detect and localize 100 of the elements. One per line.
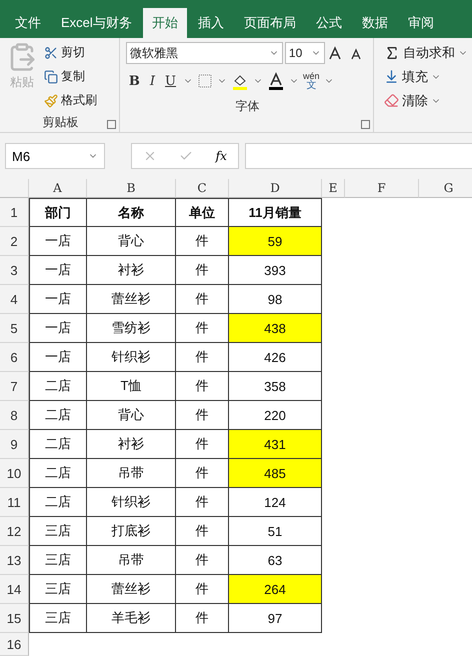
table-cell: 三店 [29,517,87,546]
row-header[interactable]: 11 [0,488,29,517]
table-cell: 三店 [29,546,87,575]
eraser-icon [384,93,399,108]
group-label: 剪贴板 [41,114,80,131]
row-header[interactable]: 9 [0,430,29,459]
underline-button[interactable]: U [162,74,180,88]
table-cell: 背心 [87,227,176,256]
table-cell: 二店 [29,372,87,401]
table-cell: 蕾丝衫 [87,285,176,314]
row-header[interactable]: 12 [0,517,29,546]
launcher-icon[interactable] [106,120,116,129]
column-header[interactable]: A [29,179,87,198]
row-header[interactable]: 14 [0,575,29,604]
table-cell: 件 [176,546,229,575]
copy-button[interactable]: 复制 [44,66,97,87]
table-cell: 63 [229,546,322,575]
name-box[interactable]: M6 [5,143,105,169]
table-cell: 98 [229,285,322,314]
table-cell: 蕾丝衫 [87,575,176,604]
row-header[interactable]: 6 [0,343,29,372]
ribbon-tab[interactable]: Excel与财务 [52,8,141,38]
table-cell: 二店 [29,488,87,517]
table-cell: 393 [229,256,322,285]
table-cell: 吊带 [87,546,176,575]
table-cell: 264 [229,575,322,604]
ribbon-tab[interactable]: 公式 [306,8,351,38]
bold-button[interactable]: B [126,74,143,88]
font-size-field[interactable]: 10 [284,42,325,64]
arrow-down-icon [384,69,399,84]
copy-icon [44,70,58,84]
column-header[interactable]: E [322,179,345,198]
ribbon-tab[interactable]: 插入 [188,8,233,38]
row-header[interactable]: 2 [0,227,29,256]
row-header[interactable]: 1 [0,198,29,227]
table-cell: 51 [229,517,322,546]
table-cell: 438 [229,314,322,343]
fill-button[interactable]: 填充 [384,66,468,87]
column-title: 单位 [176,198,229,227]
table-cell: 二店 [29,430,87,459]
column-header[interactable]: F [345,179,419,198]
ribbon-tab[interactable]: 页面布局 [234,8,305,38]
table-cell: 一店 [29,256,87,285]
column-header[interactable]: G [419,179,472,198]
table-cell: 一店 [29,314,87,343]
ribbon-tab[interactable]: 文件 [6,8,50,38]
table-cell: 件 [176,401,229,430]
table-cell: 件 [176,227,229,256]
font-name-field[interactable]: 微软雅黑 [126,42,283,64]
table-cell: 雪纺衫 [87,314,176,343]
table-cell: 件 [176,285,229,314]
row-header[interactable]: 7 [0,372,29,401]
insert-function-button[interactable]: fx [216,149,227,163]
table-cell: 羊毛衫 [87,604,176,633]
row-header[interactable]: 10 [0,459,29,488]
font-color-icon[interactable] [267,72,286,90]
table-cell: 件 [176,372,229,401]
launcher-icon[interactable] [361,120,370,129]
ribbon-tab[interactable]: 数据 [352,8,397,38]
column-header[interactable]: D [229,179,322,198]
table-cell: 衬衫 [87,430,176,459]
row-header[interactable]: 13 [0,546,29,575]
border-icon[interactable] [197,73,214,89]
table-cell: 件 [176,314,229,343]
italic-button[interactable]: I [146,74,158,88]
autosum-button[interactable]: 自动求和 [384,42,468,63]
format-painter-button[interactable]: 格式刷 [44,90,97,111]
table-cell: 针织衫 [87,488,176,517]
column-title: 名称 [87,198,176,227]
table-cell: 485 [229,459,322,488]
table-cell: 针织衫 [87,343,176,372]
cut-button[interactable]: 剪切 [44,42,97,63]
row-header[interactable]: 5 [0,314,29,343]
table-cell: 一店 [29,343,87,372]
phonetic-button[interactable]: wén 文 [303,72,320,90]
column-header[interactable]: C [176,179,229,198]
table-cell: 三店 [29,575,87,604]
ribbon-tab[interactable]: 审阅 [398,8,443,38]
table-cell: 件 [176,256,229,285]
table-cell: 件 [176,343,229,372]
table-cell: 二店 [29,401,87,430]
column-title: 11月销量 [229,198,322,227]
row-header[interactable]: 15 [0,604,29,633]
formula-input[interactable] [245,143,472,169]
clear-button[interactable]: 清除 [384,90,468,111]
table-cell: 220 [229,401,322,430]
table-cell: 59 [229,227,322,256]
table-cell: 件 [176,459,229,488]
table-cell: 一店 [29,285,87,314]
row-header[interactable]: 16 [0,633,29,656]
table-cell: T恤 [87,372,176,401]
column-header[interactable]: B [87,179,176,198]
row-header[interactable]: 8 [0,401,29,430]
table-cell: 97 [229,604,322,633]
row-header[interactable]: 4 [0,285,29,314]
group-label: 字体 [234,98,260,115]
row-header[interactable]: 3 [0,256,29,285]
ribbon-tab[interactable]: 开始 [142,8,187,38]
table-cell: 三店 [29,604,87,633]
table-cell: 一店 [29,227,87,256]
